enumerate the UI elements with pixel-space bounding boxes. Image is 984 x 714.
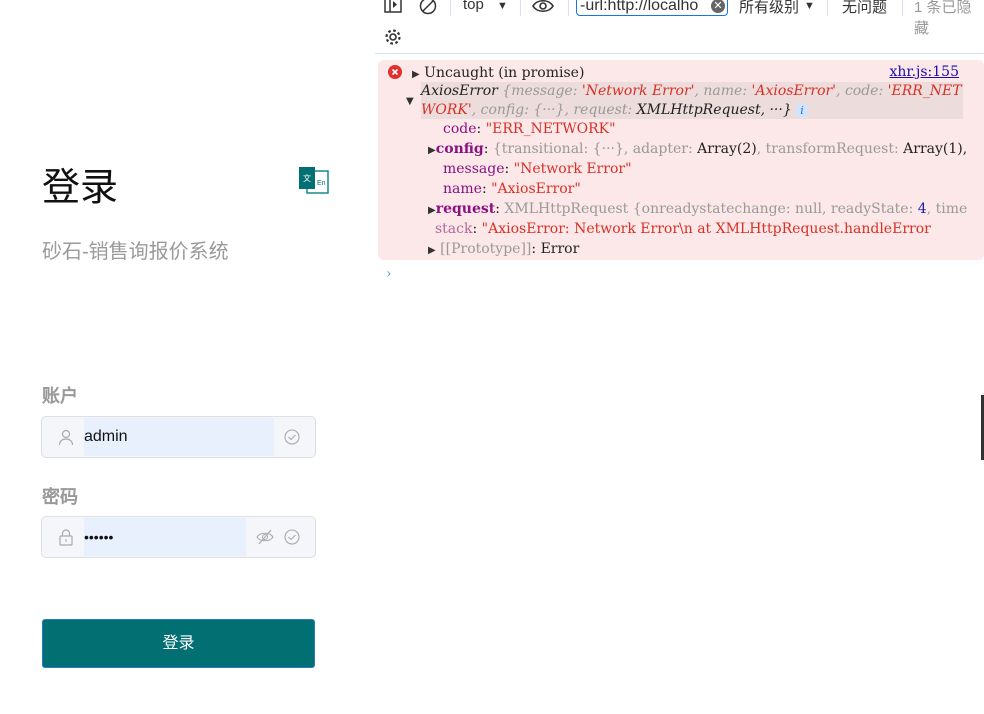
filter-value: -url:http://localho — [580, 0, 699, 14]
expand-triangle-icon: ▶ — [412, 69, 420, 80]
user-icon — [58, 429, 74, 446]
console-error-message: ▶ Uncaught (in promise) xhr.js:155 ▼ Axi… — [378, 60, 984, 260]
clear-filter-icon[interactable]: ✕ — [711, 0, 725, 13]
error-summary-line2: WORK', config: {···}, request: XMLHttpRe… — [421, 102, 808, 118]
prop-message: message: "Network Error" — [443, 161, 632, 177]
console-prompt-icon[interactable]: › — [386, 266, 392, 282]
system-subtitle: 砂石-销售询报价系统 — [42, 241, 229, 263]
hidden-count: 1 条已隐藏 — [914, 0, 972, 37]
error-icon — [388, 65, 402, 79]
check-circle-icon — [284, 529, 300, 545]
chevron-down-icon: ▼ — [497, 0, 508, 12]
info-badge: i — [796, 104, 808, 117]
issues-button[interactable]: 无问题 — [842, 0, 887, 17]
context-selector[interactable]: top — [463, 0, 484, 13]
error-title[interactable]: ▶ Uncaught (in promise) — [412, 65, 584, 81]
eye-icon[interactable] — [532, 0, 554, 14]
prop-config[interactable]: ▶config: {transitional: {···}, adapter: … — [428, 141, 967, 157]
password-label: 密码 — [42, 487, 78, 507]
check-circle-icon — [284, 429, 300, 445]
prop-stack: stack: "AxiosError: Network Error\n at X… — [435, 221, 931, 237]
prop-name: name: "AxiosError" — [443, 181, 581, 197]
prop-code: code: "ERR_NETWORK" — [443, 121, 616, 137]
error-summary-line1[interactable]: AxiosError {message: 'Network Error', na… — [421, 83, 962, 99]
console-toolbar: top ▼ -url:http://localho ✕ 所有级别 ▼ 无问题 1 … — [375, 0, 984, 37]
sidebar-toggle-icon[interactable] — [384, 0, 402, 13]
prop-request[interactable]: ▶request: XMLHttpRequest {onreadystatech… — [428, 201, 967, 217]
svg-text:文: 文 — [303, 173, 311, 183]
password-input[interactable]: •••••• — [41, 516, 316, 558]
login-panel: 登录 文 En 砂石-销售询报价系统 账户 admin 密码 •••••• 登录 — [0, 0, 375, 714]
log-levels-dropdown[interactable]: 所有级别 — [739, 0, 799, 17]
prop-prototype[interactable]: ▶ [[Prototype]]: Error — [428, 241, 579, 257]
divider — [375, 53, 984, 54]
eye-off-icon[interactable] — [256, 529, 274, 545]
filter-input[interactable]: -url:http://localho ✕ — [576, 0, 728, 16]
account-label: 账户 — [42, 386, 78, 406]
collapse-triangle-icon[interactable]: ▼ — [406, 96, 414, 107]
source-link[interactable]: xhr.js:155 — [890, 64, 959, 80]
svg-text:En: En — [317, 180, 326, 187]
page-title: 登录 — [42, 167, 119, 209]
chevron-down-icon: ▼ — [804, 0, 815, 12]
devtools-console: top ▼ -url:http://localho ✕ 所有级别 ▼ 无问题 1 … — [375, 0, 984, 714]
account-value[interactable]: admin — [84, 418, 274, 456]
gear-icon[interactable] — [384, 28, 402, 46]
lock-icon — [59, 529, 73, 546]
login-button[interactable]: 登录 — [42, 619, 315, 668]
password-value[interactable]: •••••• — [84, 518, 246, 556]
language-switch-icon[interactable]: 文 En — [298, 166, 329, 194]
clear-console-icon[interactable] — [419, 0, 437, 15]
account-input[interactable]: admin — [41, 416, 316, 458]
